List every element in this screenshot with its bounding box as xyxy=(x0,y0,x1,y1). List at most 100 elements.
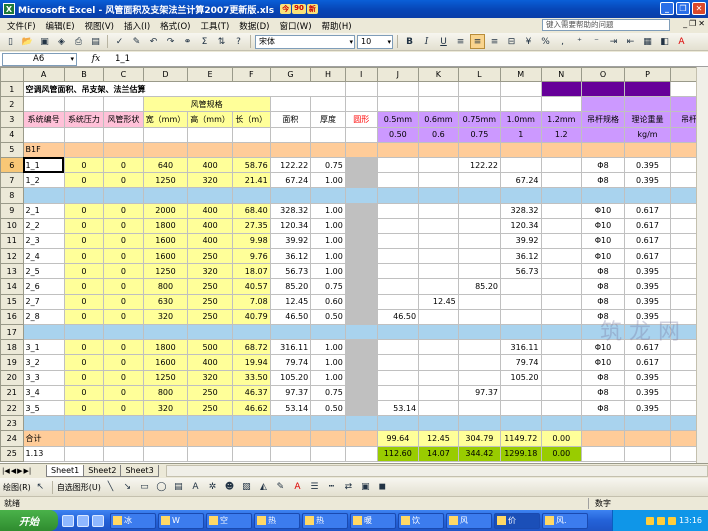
row-header[interactable]: 22 xyxy=(0,399,24,417)
cell[interactable] xyxy=(418,80,459,98)
cell[interactable] xyxy=(623,445,672,462)
cell[interactable] xyxy=(269,141,312,158)
cell[interactable]: 风管规格 xyxy=(142,96,271,113)
cell[interactable]: 0.395 xyxy=(623,308,672,326)
line-style-icon[interactable]: ☰ xyxy=(307,480,322,495)
cell[interactable] xyxy=(540,339,583,356)
cell[interactable]: 0.75mm xyxy=(457,111,502,128)
cell[interactable] xyxy=(22,126,65,143)
line-icon[interactable]: ╲ xyxy=(103,480,118,495)
diagram-icon[interactable]: ✲ xyxy=(205,480,220,495)
cell[interactable] xyxy=(187,415,233,432)
cell[interactable]: 0.50 xyxy=(310,399,346,417)
cell[interactable]: 0 xyxy=(63,399,105,417)
cell[interactable]: 系统压力 xyxy=(63,111,105,128)
cell[interactable]: 0.617 xyxy=(623,354,672,371)
cell[interactable]: 0 xyxy=(103,399,144,417)
align-right-icon[interactable]: ≡ xyxy=(487,34,502,49)
cell[interactable]: Φ8 xyxy=(581,156,625,174)
cell[interactable]: 0 xyxy=(103,172,144,189)
cell[interactable] xyxy=(187,323,233,341)
cell[interactable] xyxy=(376,202,420,219)
cell[interactable]: 79.74 xyxy=(500,354,542,371)
cell[interactable]: 46.50 xyxy=(269,308,312,326)
cell[interactable]: 0 xyxy=(63,232,105,250)
cell[interactable]: Φ8 xyxy=(581,172,625,189)
cell[interactable]: Φ8 xyxy=(581,399,625,417)
cell[interactable] xyxy=(103,126,144,143)
cell[interactable] xyxy=(310,187,346,204)
underline-button[interactable]: U xyxy=(436,34,451,49)
cell[interactable] xyxy=(418,202,459,219)
cell[interactable]: 0 xyxy=(63,339,105,356)
formula-input[interactable]: 1_1 xyxy=(115,54,130,64)
cell[interactable] xyxy=(500,293,542,310)
cell[interactable]: 1299.18 xyxy=(500,445,542,462)
cell[interactable]: 1.00 xyxy=(310,248,346,265)
align-center-icon[interactable]: ≡ xyxy=(470,34,485,49)
save-icon[interactable]: ▣ xyxy=(37,34,52,49)
cell[interactable]: 14.07 xyxy=(418,445,459,462)
vertical-scrollbar[interactable] xyxy=(696,67,708,463)
next-sheet-icon[interactable]: ▶ xyxy=(17,467,22,475)
cell[interactable]: Φ8 xyxy=(581,278,625,295)
cell[interactable]: 2_3 xyxy=(22,232,65,250)
merge-center-icon[interactable]: ⊟ xyxy=(504,34,519,49)
cell[interactable]: Φ10 xyxy=(581,339,625,356)
first-sheet-icon[interactable]: |◀ xyxy=(2,467,10,475)
cell[interactable] xyxy=(581,323,625,341)
dash-style-icon[interactable]: ┅ xyxy=(324,480,339,495)
cell[interactable] xyxy=(142,430,189,447)
borders-icon[interactable]: ▦ xyxy=(640,34,655,49)
cell[interactable] xyxy=(500,308,542,326)
font-color-icon[interactable]: A xyxy=(674,34,689,49)
cell[interactable]: 0.395 xyxy=(623,278,672,295)
cell[interactable] xyxy=(418,217,459,234)
taskbar-item[interactable]: 热 xyxy=(254,512,300,529)
cell[interactable]: 1250 xyxy=(142,172,189,189)
format-painter-icon[interactable]: ✎ xyxy=(129,34,144,49)
cell[interactable]: 46.37 xyxy=(231,384,271,401)
cell[interactable]: 0 xyxy=(63,202,105,219)
cell[interactable]: 3_4 xyxy=(22,384,65,401)
cell[interactable] xyxy=(103,96,144,113)
menu-insert[interactable]: 插入(I) xyxy=(119,20,155,32)
percent-icon[interactable]: % xyxy=(538,34,553,49)
cell[interactable] xyxy=(103,141,144,158)
cell[interactable] xyxy=(623,323,672,341)
cell[interactable] xyxy=(457,339,502,356)
cell[interactable] xyxy=(142,415,189,432)
cell[interactable]: 316.11 xyxy=(500,339,542,356)
cell[interactable]: 1600 xyxy=(142,232,189,250)
draw-menu[interactable]: 绘图(R) xyxy=(3,482,31,493)
cell[interactable] xyxy=(103,430,144,447)
cell[interactable] xyxy=(269,96,312,113)
cell[interactable]: 1.00 xyxy=(310,339,346,356)
preview-icon[interactable]: ▤ xyxy=(88,34,103,49)
cell[interactable]: 0 xyxy=(63,308,105,326)
row-header[interactable]: 23 xyxy=(0,415,24,432)
cell[interactable]: 0.50 xyxy=(310,308,346,326)
menu-tools[interactable]: 工具(T) xyxy=(195,20,234,32)
select-all-corner[interactable] xyxy=(0,67,24,82)
row-header[interactable]: 21 xyxy=(0,384,24,401)
cell[interactable]: 1.00 xyxy=(310,202,346,219)
cell[interactable] xyxy=(231,187,271,204)
row-header[interactable]: 12 xyxy=(0,248,24,265)
column-header[interactable]: I xyxy=(344,67,378,82)
cell[interactable] xyxy=(344,263,378,280)
cell[interactable]: 18.07 xyxy=(231,263,271,280)
cell[interactable] xyxy=(344,415,378,432)
cell[interactable] xyxy=(376,323,420,341)
cell[interactable] xyxy=(269,430,312,447)
prev-sheet-icon[interactable]: ◀ xyxy=(11,467,16,475)
cell[interactable] xyxy=(344,445,378,462)
cell[interactable]: 0.617 xyxy=(623,202,672,219)
cell[interactable] xyxy=(581,80,625,98)
cell[interactable] xyxy=(457,187,502,204)
cell[interactable]: 85.20 xyxy=(457,278,502,295)
cell[interactable]: 风管形状 xyxy=(103,111,144,128)
open-icon[interactable]: 📂 xyxy=(20,34,35,49)
cell[interactable] xyxy=(376,156,420,174)
cell[interactable] xyxy=(500,187,542,204)
